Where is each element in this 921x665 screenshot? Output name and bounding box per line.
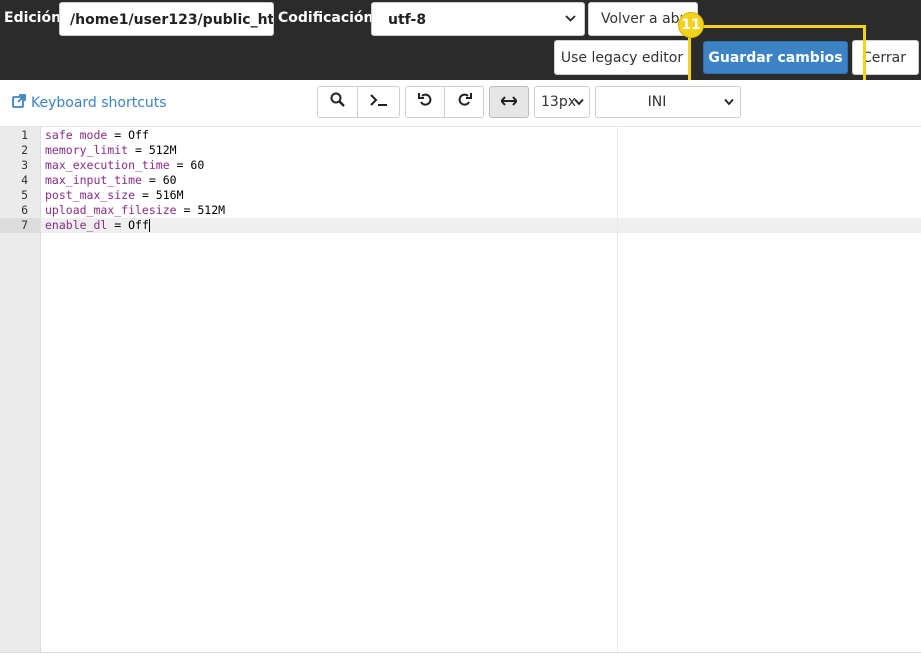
- line-number: 6: [21, 203, 28, 217]
- keyboard-shortcuts-link[interactable]: Keyboard shortcuts: [12, 94, 167, 112]
- redo-button[interactable]: [444, 86, 484, 118]
- ini-key: safe mode: [45, 128, 108, 142]
- font-size-value: 13px: [541, 94, 576, 110]
- legacy-editor-button[interactable]: Use legacy editor: [554, 40, 690, 75]
- ini-value: 60: [190, 158, 205, 172]
- encoding-label: Codificación:: [278, 10, 380, 26]
- search-button[interactable]: [317, 86, 358, 118]
- close-button[interactable]: Cerrar: [852, 40, 919, 75]
- arrows-horizontal-icon: [500, 93, 518, 111]
- external-link-icon: [12, 94, 26, 112]
- step-badge: 11: [678, 12, 704, 38]
- code-line: max_input_time = 60: [45, 173, 177, 187]
- mode-value: INI: [647, 94, 667, 110]
- ini-key: post_max_size: [45, 188, 136, 202]
- ini-key: enable_dl: [45, 218, 108, 232]
- code-editor[interactable]: safe mode = Off memory_limit = 512M max_…: [41, 127, 921, 652]
- ini-value: 60: [162, 173, 177, 187]
- chevron-down-icon: [724, 96, 734, 109]
- line-number: 3: [21, 158, 28, 172]
- ini-value: 512M: [197, 203, 226, 217]
- line-number: 7: [21, 218, 28, 232]
- file-path-input[interactable]: /home1/user123/public_ht: [59, 2, 274, 36]
- code-line: memory_limit = 512M: [45, 143, 177, 157]
- ini-key: max_execution_time: [45, 158, 170, 172]
- save-changes-button[interactable]: Guardar cambios: [703, 41, 848, 74]
- ini-key: upload_max_filesize: [45, 203, 177, 217]
- redo-icon: [457, 92, 472, 112]
- editor-bottom-border: [0, 652, 921, 653]
- font-size-select[interactable]: 13px: [534, 86, 590, 118]
- ini-key: memory_limit: [45, 143, 129, 157]
- chevron-down-icon: [565, 13, 576, 26]
- gutter-active-line: [0, 218, 40, 233]
- ini-key: max_input_time: [45, 173, 142, 187]
- code-line: post_max_size = 516M: [45, 188, 184, 202]
- code-line: safe mode = Off: [45, 128, 149, 142]
- line-number: 2: [21, 143, 28, 157]
- ini-value: Off: [128, 128, 149, 142]
- undo-button[interactable]: [405, 86, 445, 118]
- code-line: upload_max_filesize = 512M: [45, 203, 226, 217]
- chevron-down-icon: [574, 96, 584, 109]
- word-wrap-toggle[interactable]: [489, 86, 529, 118]
- text-cursor: [148, 219, 150, 232]
- code-line: max_execution_time = 60: [45, 158, 205, 172]
- code-line: enable_dl = Off: [45, 218, 150, 232]
- line-number: 1: [21, 128, 28, 142]
- active-line-highlight: [41, 218, 921, 233]
- search-icon: [330, 92, 345, 112]
- ini-value: 512M: [148, 143, 177, 157]
- goto-line-button[interactable]: [357, 86, 400, 118]
- line-number-gutter: 1 2 3 4 5 6 7: [0, 127, 41, 652]
- terminal-icon: [369, 93, 388, 112]
- encoding-value: utf-8: [388, 12, 427, 28]
- undo-icon: [417, 92, 433, 112]
- edit-label: Edición:: [4, 10, 67, 26]
- line-number: 4: [21, 173, 28, 187]
- encoding-select[interactable]: utf-8: [371, 2, 585, 36]
- mode-select[interactable]: INI: [595, 86, 741, 118]
- line-number: 5: [21, 188, 28, 202]
- ini-value: 516M: [155, 188, 184, 202]
- print-margin: [617, 127, 618, 652]
- ini-value: Off: [128, 218, 149, 232]
- keyboard-shortcuts-label: Keyboard shortcuts: [31, 95, 167, 111]
